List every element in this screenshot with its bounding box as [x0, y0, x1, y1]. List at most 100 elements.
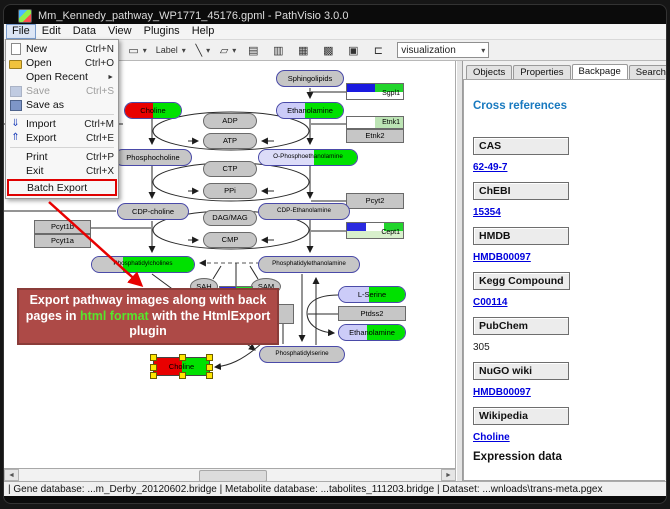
pathway-node-choline[interactable]: Choline	[124, 102, 182, 119]
menu-data[interactable]: Data	[67, 25, 102, 38]
menu-view[interactable]: View	[102, 25, 138, 38]
statusbar: | Gene database: ...m_Derby_20120602.bri…	[4, 481, 666, 496]
menu-item-export[interactable]: ⇑ Export Ctrl+E	[6, 131, 118, 145]
crossref-link-cas[interactable]: 62-49-7	[473, 162, 665, 173]
pathway-node-o-phosphoethanolamine[interactable]: O-Phosphoethanolamine	[258, 149, 358, 166]
menu-item-open-recent[interactable]: Open Recent ►	[6, 70, 118, 84]
scrollbar-thumb[interactable]	[199, 470, 267, 482]
visualization-combobox[interactable]: visualization	[397, 42, 489, 58]
expression-data-heading: Expression data	[473, 451, 665, 463]
label-tool-icon[interactable]: Label	[153, 42, 189, 59]
crossref-link-nugo[interactable]: HMDB00097	[473, 387, 665, 398]
new-document-icon	[11, 43, 21, 55]
stack-horizontal-tool-icon[interactable]: ▦	[292, 42, 314, 59]
pathway-node-pcyt2[interactable]: Pcyt2	[346, 193, 404, 209]
align-middle-tool-icon[interactable]: ▥	[267, 42, 289, 59]
pathway-node-adp[interactable]: ADP	[203, 113, 257, 129]
section-header-chebi: ChEBI	[473, 182, 569, 200]
pathway-node-atp[interactable]: ATP	[203, 133, 257, 149]
section-header-hmdb: HMDB	[473, 227, 569, 245]
pathway-node-phosphocholine[interactable]: Phosphocholine	[114, 149, 192, 166]
pathway-node-phosphatidylethanolamine[interactable]: Phosphatidylethanolamine	[258, 256, 360, 273]
pathway-node-phosphatidylserine[interactable]: Phosphatidylserine	[259, 346, 345, 363]
selection-handle[interactable]	[150, 364, 157, 371]
save-as-disk-icon	[10, 100, 22, 111]
menu-edit[interactable]: Edit	[36, 25, 67, 38]
pathway-node-ppi[interactable]: PPi	[203, 183, 257, 199]
pathway-node-phosphatidylcholines[interactable]: Phosphatidylcholines	[91, 256, 195, 273]
pathway-node-ethanolamine[interactable]: Ethanolamine	[338, 324, 406, 341]
stack-vertical-tool-icon[interactable]: ▩	[317, 42, 339, 59]
pathway-node-choline[interactable]: Choline	[153, 357, 210, 376]
callout-highlight: html format	[80, 309, 149, 323]
selection-handle[interactable]	[206, 372, 213, 379]
menu-file[interactable]: File	[6, 24, 36, 39]
crossrefs-heading: Cross references	[473, 100, 665, 112]
pane-splitter[interactable]	[456, 61, 463, 481]
pathway-node-cdp-ethanolamine[interactable]: CDP-Ethanolamine	[258, 203, 350, 220]
pathway-node-dag-mag[interactable]: DAG/MAG	[203, 210, 257, 226]
selection-tool-icon[interactable]: ⊏	[367, 42, 389, 59]
align-center-tool-icon[interactable]: ▤	[242, 42, 264, 59]
crossref-link-wikipedia[interactable]: Choline	[473, 432, 665, 443]
pathway-node-cmp[interactable]: CMP	[203, 232, 257, 248]
selection-handle[interactable]	[179, 372, 186, 379]
crossref-link-kegg[interactable]: C00114	[473, 297, 665, 308]
menu-item-import[interactable]: ⇓ Import Ctrl+M	[6, 117, 118, 131]
pathway-node-ethanolamine[interactable]: Ethanolamine	[276, 102, 344, 119]
pathway-node-etnk1[interactable]: Etnk1	[346, 116, 404, 129]
pathway-node-ctp[interactable]: CTP	[203, 161, 257, 177]
backpage-panel: Cross references CAS 62-49-7 ChEBI 15354…	[463, 79, 665, 481]
pathway-node-sgpl1[interactable]: Sgpl1	[346, 83, 404, 100]
menu-item-save: Save Ctrl+S	[6, 84, 118, 98]
sidebar: Objects Properties Backpage Search Legen…	[463, 61, 666, 481]
line-tool-icon[interactable]: ╲	[192, 42, 214, 59]
tab-backpage[interactable]: Backpage	[572, 64, 628, 79]
pathway-node-cdp-choline[interactable]: CDP-choline	[117, 203, 189, 220]
scroll-right-button[interactable]: ►	[441, 469, 456, 481]
menu-item-open[interactable]: Open Ctrl+O	[6, 56, 118, 70]
common-size-tool-icon[interactable]: ▣	[342, 42, 364, 59]
menu-item-exit[interactable]: Exit Ctrl+X	[6, 164, 118, 178]
app-icon	[18, 9, 32, 23]
selection-handle[interactable]	[206, 364, 213, 371]
selection-handle[interactable]	[179, 354, 186, 361]
crossref-link-hmdb[interactable]: HMDB00097	[473, 252, 665, 263]
import-icon: ⇓	[11, 119, 19, 129]
pathway-node-etnk2[interactable]: Etnk2	[346, 129, 404, 143]
crossref-value-pubchem: 305	[473, 342, 665, 353]
scroll-left-button[interactable]: ◄	[4, 469, 19, 481]
menubar: File Edit Data View Plugins Help	[4, 24, 666, 40]
pathway-node-pcyt1a[interactable]: Pcyt1a	[34, 234, 91, 248]
selection-handle[interactable]	[150, 354, 157, 361]
crossref-link-chebi[interactable]: 15354	[473, 207, 665, 218]
menu-separator	[10, 147, 114, 148]
open-folder-icon	[9, 60, 22, 69]
menu-item-new[interactable]: New Ctrl+N	[6, 42, 118, 56]
menu-plugins[interactable]: Plugins	[138, 25, 186, 38]
datanode-tool-icon[interactable]: ▭	[125, 42, 149, 59]
pathway-node-sphingolipids[interactable]: Sphingolipids	[276, 70, 344, 87]
pathway-node-cept1[interactable]: Cept1	[346, 222, 404, 239]
menu-item-print[interactable]: Print Ctrl+P	[6, 150, 118, 164]
file-menu-dropdown: New Ctrl+N Open Ctrl+O Open Recent ► Sav…	[5, 39, 119, 199]
pathway-node-pcyt1b[interactable]: Pcyt1b	[34, 220, 91, 234]
selection-handle[interactable]	[150, 372, 157, 379]
sidebar-tabs: Objects Properties Backpage Search Legen…	[463, 61, 666, 79]
connector-tool-icon[interactable]: ▱	[217, 42, 239, 59]
selection-handle[interactable]	[206, 354, 213, 361]
tab-properties[interactable]: Properties	[513, 65, 570, 79]
menu-item-save-as[interactable]: Save as	[6, 98, 118, 112]
pathway-node-l-serine[interactable]: L-Serine	[338, 286, 406, 303]
menu-item-batch-export[interactable]: Batch Export	[7, 179, 117, 196]
section-header-nugo: NuGO wiki	[473, 362, 569, 380]
tab-search[interactable]: Search	[629, 65, 666, 79]
tab-objects[interactable]: Objects	[466, 65, 512, 79]
horizontal-scrollbar[interactable]: ◄ ►	[4, 468, 456, 481]
menu-separator	[10, 114, 114, 115]
pathway-node-ptdss2[interactable]: Ptdss2	[338, 306, 406, 321]
section-header-wikipedia: Wikipedia	[473, 407, 569, 425]
submenu-arrow-icon: ►	[107, 74, 114, 81]
menu-help[interactable]: Help	[186, 25, 221, 38]
annotation-callout: Export pathway images along with back pa…	[17, 288, 279, 345]
